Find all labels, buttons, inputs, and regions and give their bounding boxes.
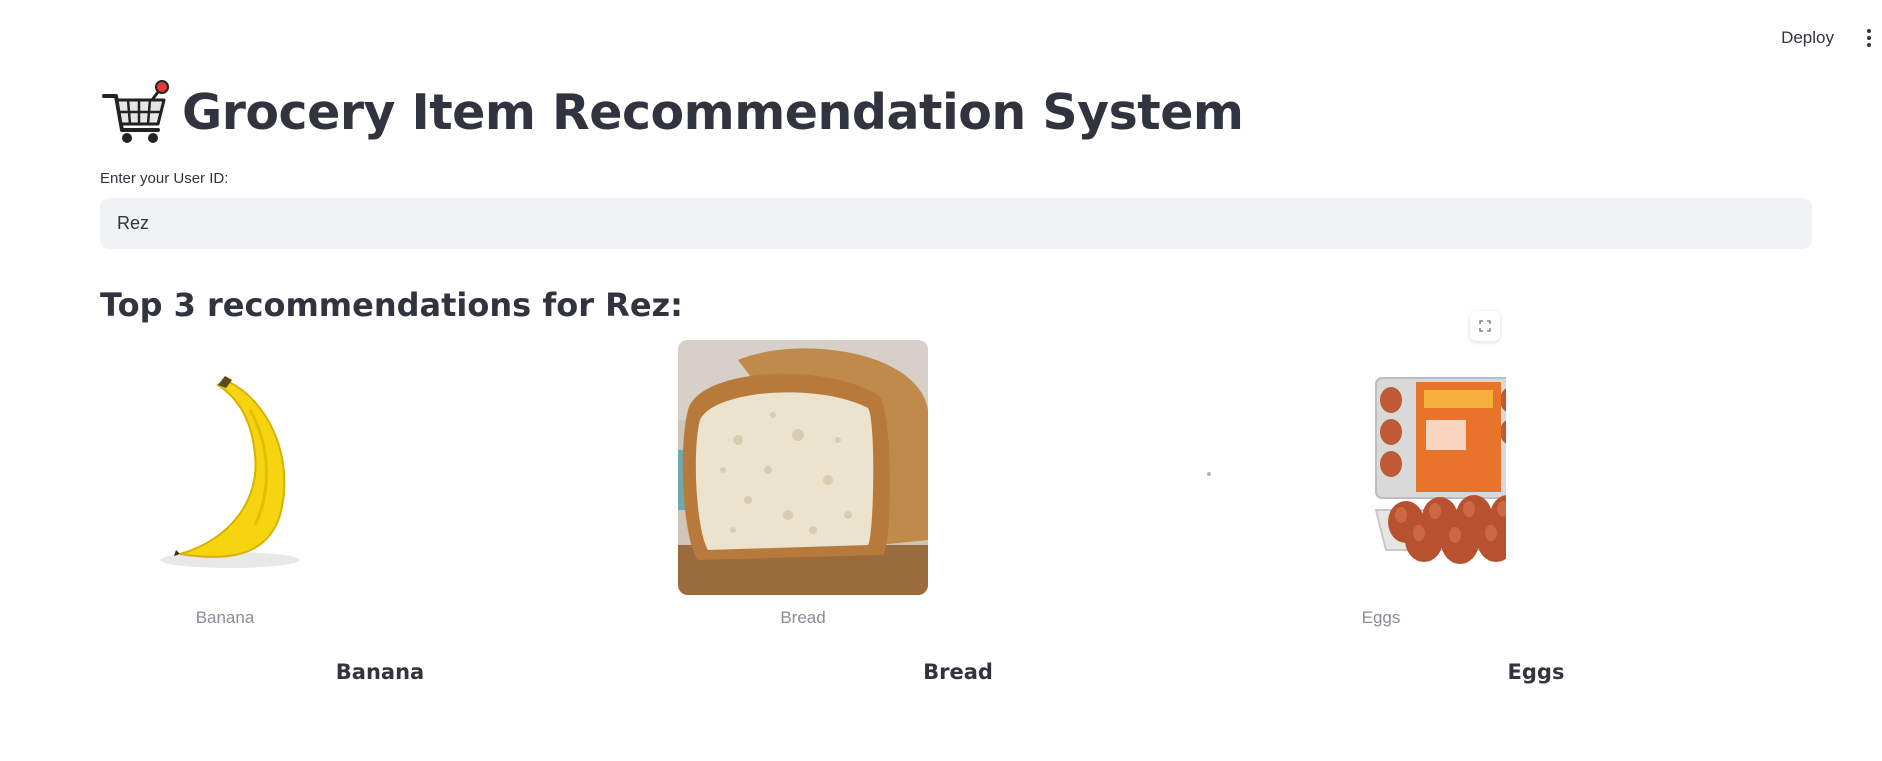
- image-caption: Eggs: [1361, 608, 1401, 627]
- page-title: Grocery Item Recommendation System: [182, 83, 1244, 141]
- banana-image: [100, 340, 350, 595]
- top-toolbar: Deploy: [1771, 22, 1882, 54]
- loading-indicator: [1207, 472, 1211, 476]
- bread-image: [678, 340, 928, 595]
- shopping-cart-icon: [102, 80, 169, 143]
- userid-label: Enter your User ID:: [100, 170, 229, 187]
- item-name: Banana: [335, 660, 425, 684]
- fullscreen-icon[interactable]: [1470, 311, 1500, 341]
- userid-input[interactable]: [100, 198, 1812, 249]
- image-caption: Banana: [195, 608, 255, 627]
- eggs-carton-image: [1256, 340, 1506, 595]
- recommendations-heading: Top 3 recommendations for Rez:: [100, 286, 683, 324]
- vertical-ellipsis-icon[interactable]: [1862, 26, 1876, 50]
- image-caption: Bread: [780, 608, 826, 627]
- item-name: Eggs: [1507, 660, 1565, 684]
- item-name: Bread: [923, 660, 993, 684]
- title-row: Grocery Item Recommendation System: [100, 78, 1244, 146]
- deploy-button[interactable]: Deploy: [1771, 22, 1844, 54]
